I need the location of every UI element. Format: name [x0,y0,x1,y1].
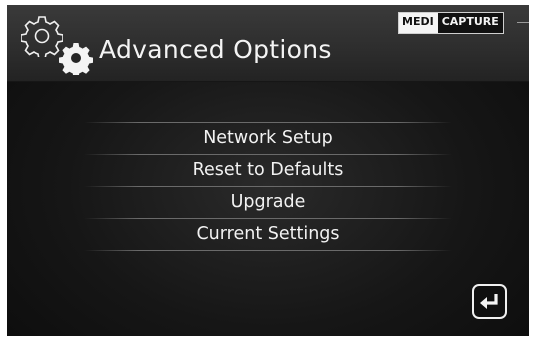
menu-divider [84,250,452,251]
menu-item-reset-to-defaults[interactable]: Reset to Defaults [84,155,452,186]
header-bar: Advanced Options MEDI CAPTURE [7,5,529,82]
logo-divider [517,22,529,23]
device-screen: Advanced Options MEDI CAPTURE Network Se… [7,5,529,336]
page-title: Advanced Options [99,35,332,64]
options-menu: Network Setup Reset to Defaults Upgrade … [84,122,452,251]
logo-capture-text: CAPTURE [436,13,503,33]
menu-item-upgrade[interactable]: Upgrade [84,187,452,218]
enter-return-icon [480,294,498,309]
menu-item-current-settings[interactable]: Current Settings [84,219,452,250]
medicapture-logo: MEDI CAPTURE [398,12,504,34]
menu-item-network-setup[interactable]: Network Setup [84,123,452,154]
gear-outline-icon [21,16,63,57]
logo-medi-text: MEDI [399,13,437,33]
back-enter-button[interactable] [472,284,507,319]
gear-solid-icon [59,43,93,75]
